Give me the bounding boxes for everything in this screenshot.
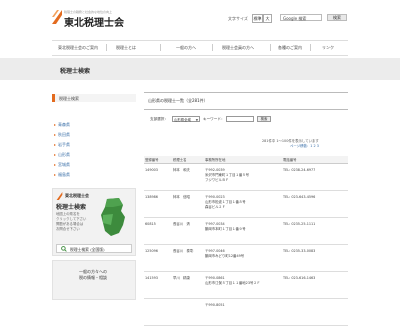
nav-item-zeirishi[interactable]: 税理士とは [116, 45, 136, 51]
results-table: 登録番号 税理士名 事務所所在地 電話番号 149003 柿本 和夫 〒992-00… [144, 156, 348, 326]
reg-number [144, 298, 172, 326]
chevron-right-icon [54, 124, 56, 126]
chevron-down-icon: ▼ [195, 118, 198, 122]
phone-number: TEL: 0238-24-6977 [282, 163, 348, 191]
table-row: 〒990-8051 [144, 298, 348, 326]
reg-number: 149003 [144, 163, 172, 191]
pager[interactable]: ページ移動：1 2 3 [290, 143, 319, 148]
office-address: 〒990-0861 山形市江俣５丁目１１番地23号２Ｆ [204, 271, 282, 299]
table-row: 125096 長谷川 泰彰 〒997-0046 鶴岡市みどり町12番49号 TEL: … [144, 244, 348, 272]
tohoku-map[interactable] [97, 197, 129, 237]
reg-number: 125096 [144, 244, 172, 272]
zeirishi-name[interactable]: 柿本 和夫 [172, 163, 204, 191]
banner-desc-line: お問合せ下さい [56, 227, 80, 231]
nav-item-links[interactable]: リンク [322, 45, 334, 51]
reg-number: 138986 [144, 190, 172, 218]
zeirishi-name[interactable]: 柿本 信昭 [172, 190, 204, 218]
table-header-row: 登録番号 税理士名 事務所所在地 電話番号 [144, 156, 348, 164]
font-std-button[interactable]: 標準 [252, 14, 263, 23]
nav-item-members[interactable]: 税理士会員の方へ [222, 45, 254, 51]
office-address: 〒997-0034 鶴岡市本町１丁目１番９号 [204, 217, 282, 245]
branch-filter-label: 支部選択： [150, 117, 168, 121]
phone-number [282, 298, 348, 326]
site-search-input[interactable]: Google 検索 [280, 14, 322, 21]
sidebar-heading[interactable]: 税理士検索 [52, 94, 136, 102]
office-address: 〒990-8051 [204, 298, 282, 326]
search-icon [61, 246, 67, 252]
office-address: 〒997-0046 鶴岡市みどり町12番49号 [204, 244, 282, 272]
phone-number: TEL: 0235-33-0083 [282, 244, 348, 272]
tax-info-banner[interactable]: 一般の方々への 税の情報・相談 [52, 260, 136, 300]
phone-number: TEL: 023-616-1463 [282, 271, 348, 299]
chevron-right-icon [54, 144, 56, 146]
banner-title: 税理士検索 [56, 204, 87, 211]
chevron-right-icon [54, 154, 56, 156]
keyword-input[interactable] [226, 116, 254, 122]
nav-item-about[interactable]: 東北税理士会のご案内 [58, 45, 98, 51]
nationwide-search-label: 税理士検索 (全国版) [70, 247, 105, 252]
chevron-right-icon [54, 134, 56, 136]
chevron-right-icon [54, 164, 56, 166]
sidebar-heading-label: 税理士検索 [59, 96, 79, 101]
font-size-label: 文字サイズ [228, 16, 248, 21]
font-large-button[interactable]: 大 [263, 14, 272, 23]
sidebar-item-yamagata[interactable]: 山形県 [58, 152, 70, 158]
keyword-label: キーワード： [203, 117, 225, 121]
filter-search-button[interactable]: 検索 [257, 116, 271, 122]
sidebar-item-fukushima[interactable]: 福島県 [58, 172, 70, 178]
reg-number: 60815 [144, 217, 172, 245]
office-address: 〒992-0039 米沢市門東町１丁目１番５号 フジワビルＢＦ [204, 163, 282, 191]
col-header: 電話番号 [282, 156, 348, 164]
sidebar-item-aomori[interactable]: 青森県 [58, 122, 70, 128]
table-row: 60815 長谷川 清〒997-0034 鶴岡市本町１丁目１番９号 TEL: 023… [144, 217, 348, 245]
zeirishi-name[interactable]: 早川 精康 [172, 271, 204, 299]
logo-icon [56, 192, 63, 200]
page-title: 税理士検索 [60, 68, 91, 75]
col-header: 登録番号 [144, 156, 172, 164]
nationwide-search-button[interactable]: 税理士検索 (全国版) [56, 244, 132, 253]
table-row: 138986 柿本 信昭 〒990-0023 山形市松波１丁目１番８号 森谷ビル２Ｆ… [144, 190, 348, 218]
site-search-button[interactable]: 検索 [327, 14, 347, 21]
branch-select[interactable]: 山形県全域 ▼ [172, 116, 200, 122]
branch-select-value: 山形県全域 [174, 118, 191, 122]
banner-org: 東北税理士会 [65, 193, 89, 198]
office-address: 〒990-0023 山形市松波１丁目１番８号 森谷ビル２Ｆ [204, 190, 282, 218]
phone-number: TEL: 0235-25-1111 [282, 217, 348, 245]
logo-icon [52, 10, 62, 24]
sidebar-item-miyagi[interactable]: 宮城県 [58, 162, 70, 168]
chevron-right-icon [54, 174, 56, 176]
zeirishi-name[interactable]: 長谷川 清 [172, 217, 204, 245]
zeirishi-name[interactable]: 長谷川 泰彰 [172, 244, 204, 272]
nav-item-info[interactable]: 各種のご案内 [278, 45, 302, 51]
zeirishi-name[interactable] [172, 298, 204, 326]
global-nav: 東北税理士会のご案内 税理士とは 一般の方へ 税理士会員の方へ 各種のご案内 リ… [52, 40, 348, 56]
phone-number: TEL: 023-643-4596 [282, 190, 348, 218]
col-header: 税理士名 [172, 156, 204, 164]
table-row: 149003 柿本 和夫 〒992-0039 米沢市門東町１丁目１番５号 フジワビル… [144, 163, 348, 191]
table-row: 141593 早川 精康 〒990-0861 山形市江俣５丁目１１番地23号２Ｆ TE… [144, 271, 348, 299]
banner2-line: 税の情報・相談 [79, 275, 107, 280]
reg-number: 141593 [144, 271, 172, 299]
results-heading: 山形県の税理士一覧（全281件） [148, 98, 208, 103]
sidebar-item-akita[interactable]: 秋田県 [58, 132, 70, 138]
col-header: 事務所所在地 [204, 156, 282, 164]
sidebar-item-iwate[interactable]: 岩手県 [58, 142, 70, 148]
nav-item-public[interactable]: 一般の方へ [176, 45, 196, 51]
search-map-banner: 東北税理士会 税理士検索 地図上の県名を クリックして下さい 問題がある場合は … [52, 188, 136, 256]
logo-text[interactable]: 東北税理士会 [64, 14, 124, 29]
